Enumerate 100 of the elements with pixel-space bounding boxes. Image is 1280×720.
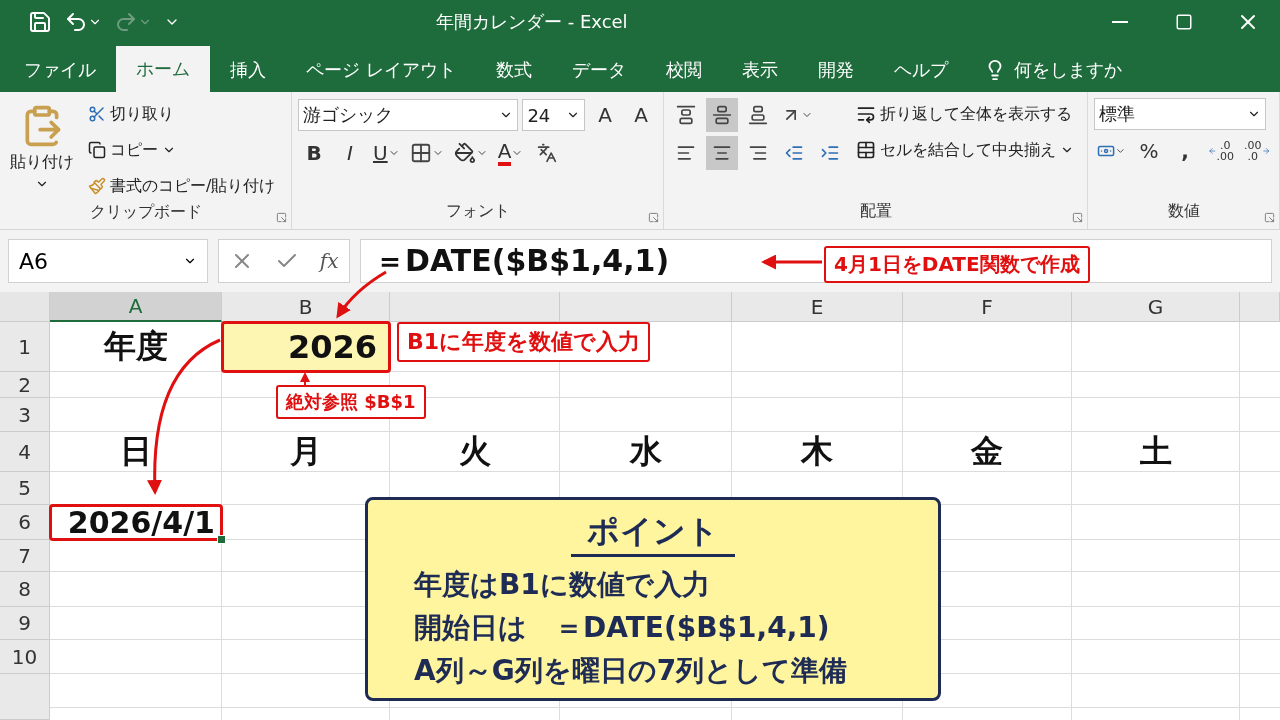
window-title: 年間カレンダー - Excel <box>436 10 628 34</box>
cell[interactable]: 水 <box>560 432 732 472</box>
column-header[interactable]: A <box>50 292 222 322</box>
arrow-left-icon <box>1208 146 1217 156</box>
tip-title: ポイント <box>571 510 735 557</box>
cut-button[interactable]: 切り取り <box>84 98 280 130</box>
ribbon-tab[interactable]: 校閲 <box>645 48 722 92</box>
cell[interactable]: 月 <box>222 432 390 472</box>
undo-icon <box>64 10 88 34</box>
tip-text: A列～G列を曜日の7列として準備 <box>414 653 848 689</box>
bold-button[interactable]: B <box>298 136 330 170</box>
row-header[interactable]: 8 <box>0 572 50 607</box>
italic-button[interactable]: I <box>334 136 366 170</box>
row-header[interactable]: 5 <box>0 472 50 505</box>
dialog-launcher-icon <box>1264 212 1275 223</box>
column-header[interactable]: F <box>903 292 1072 322</box>
phonetic-icon <box>536 143 557 163</box>
format-painter-button[interactable]: 書式のコピー/貼り付け <box>84 170 280 202</box>
copy-button[interactable]: コピー <box>84 134 280 166</box>
align-right-icon <box>748 143 768 163</box>
font-color-button[interactable]: A <box>494 136 527 170</box>
group-label: フォント <box>445 201 510 222</box>
cell[interactable]: 土 <box>1072 432 1240 472</box>
middle-align-icon <box>712 105 732 125</box>
align-button[interactable] <box>706 98 738 132</box>
cell[interactable]: 2026/4/1 <box>50 505 222 540</box>
wrap-text-icon <box>856 104 876 124</box>
cell[interactable]: 金 <box>903 432 1072 472</box>
row-header[interactable]: 9 <box>0 607 50 640</box>
ribbon-tab[interactable]: 表示 <box>721 48 798 92</box>
cell[interactable]: 木 <box>732 432 903 472</box>
column-header[interactable]: B <box>222 292 390 322</box>
curved-arrow <box>336 270 387 319</box>
ribbon-tab[interactable]: ページ レイアウト <box>286 48 476 92</box>
group-label: 数値 <box>1167 201 1200 222</box>
insert-function-button[interactable]: fx <box>319 249 339 273</box>
underline-button[interactable]: U <box>370 136 403 170</box>
borders-icon <box>409 142 432 164</box>
cell[interactable]: 火 <box>390 432 560 472</box>
annotation-label: B1に年度を数値で入力 <box>397 322 651 362</box>
ribbon-tab[interactable]: ファイル <box>4 48 116 92</box>
number-format-field[interactable]: 標準 <box>1094 98 1266 130</box>
ribbon-tab[interactable]: 挿入 <box>210 48 286 92</box>
dialog-launcher-icon <box>276 212 287 223</box>
column-header[interactable]: G <box>1072 292 1240 322</box>
align-left-icon <box>676 143 696 163</box>
row-header[interactable]: 1 <box>0 322 50 372</box>
row-header[interactable]: 3 <box>0 398 50 432</box>
arrow-right-icon <box>1261 146 1270 156</box>
fill-handle[interactable] <box>217 535 226 544</box>
increase-decimal-button[interactable]: .0 .00 <box>1205 134 1237 168</box>
increase-indent-icon <box>820 143 840 163</box>
arrow <box>300 372 310 386</box>
cell[interactable]: 日 <box>50 432 222 472</box>
font-name-field[interactable]: 游ゴシック <box>298 99 519 131</box>
decrease-decimal-button[interactable]: .00 .0 <box>1241 134 1273 168</box>
tip-text: 年度はB1に数値で入力 <box>414 567 710 603</box>
tell-me-button[interactable]: 何をしますか <box>967 48 1138 92</box>
merge-cells-icon <box>856 140 876 160</box>
font-size-field[interactable]: 24 <box>522 99 585 131</box>
paste-button[interactable]: 貼り付け <box>6 98 78 202</box>
annotation-label: 絶対参照 $B$1 <box>276 385 426 419</box>
ribbon-tab[interactable]: 数式 <box>475 48 552 92</box>
dialog-launcher-icon <box>648 212 659 223</box>
annotation-label: 4月1日をDATE関数で作成 <box>824 246 1090 283</box>
ribbon-tab[interactable]: ホーム <box>116 46 210 92</box>
decrease-indent-icon <box>784 143 804 163</box>
paint-bucket-icon <box>453 142 476 164</box>
formula-text[interactable]: ＝DATE($B$1,4,1) <box>375 240 670 282</box>
percent-button[interactable]: % <box>1133 134 1165 168</box>
row-header[interactable]: 7 <box>0 540 50 572</box>
group-label: クリップボード <box>89 202 202 223</box>
redo-icon <box>114 10 138 34</box>
bottom-align-icon <box>748 105 768 125</box>
maximize-icon <box>1175 13 1193 31</box>
top-align-icon <box>676 105 696 125</box>
row-header[interactable]: 2 <box>0 372 50 398</box>
wrap-text-button[interactable]: 折り返して全体を表示する <box>852 98 1078 130</box>
paintbrush-icon <box>88 177 106 195</box>
align-center-icon <box>712 143 732 163</box>
ribbon-tab[interactable]: 開発 <box>797 48 874 92</box>
row-header[interactable]: 10 <box>0 640 50 674</box>
merge-center-button[interactable]: セルを結合して中央揃え <box>852 134 1078 166</box>
copy-icon <box>88 141 106 159</box>
column-header[interactable]: E <box>732 292 903 322</box>
grow-font-button[interactable]: A <box>589 98 621 132</box>
scissors-icon <box>88 105 106 123</box>
row-header[interactable]: 4 <box>0 432 50 472</box>
dialog-launcher-icon <box>1072 212 1083 223</box>
ribbon-tab[interactable]: データ <box>551 48 646 92</box>
comma-button[interactable]: , <box>1169 134 1201 168</box>
cell[interactable]: 2026 <box>222 322 390 372</box>
row-header[interactable]: 6 <box>0 505 50 540</box>
minimize-icon <box>1112 21 1128 23</box>
arrow <box>761 254 822 270</box>
group-label: 配置 <box>859 201 892 222</box>
ribbon-tab[interactable]: ヘルプ <box>873 48 968 92</box>
name-box[interactable]: A6 <box>8 239 208 283</box>
shrink-font-button[interactable]: A <box>625 98 657 132</box>
align-button[interactable] <box>706 136 738 170</box>
